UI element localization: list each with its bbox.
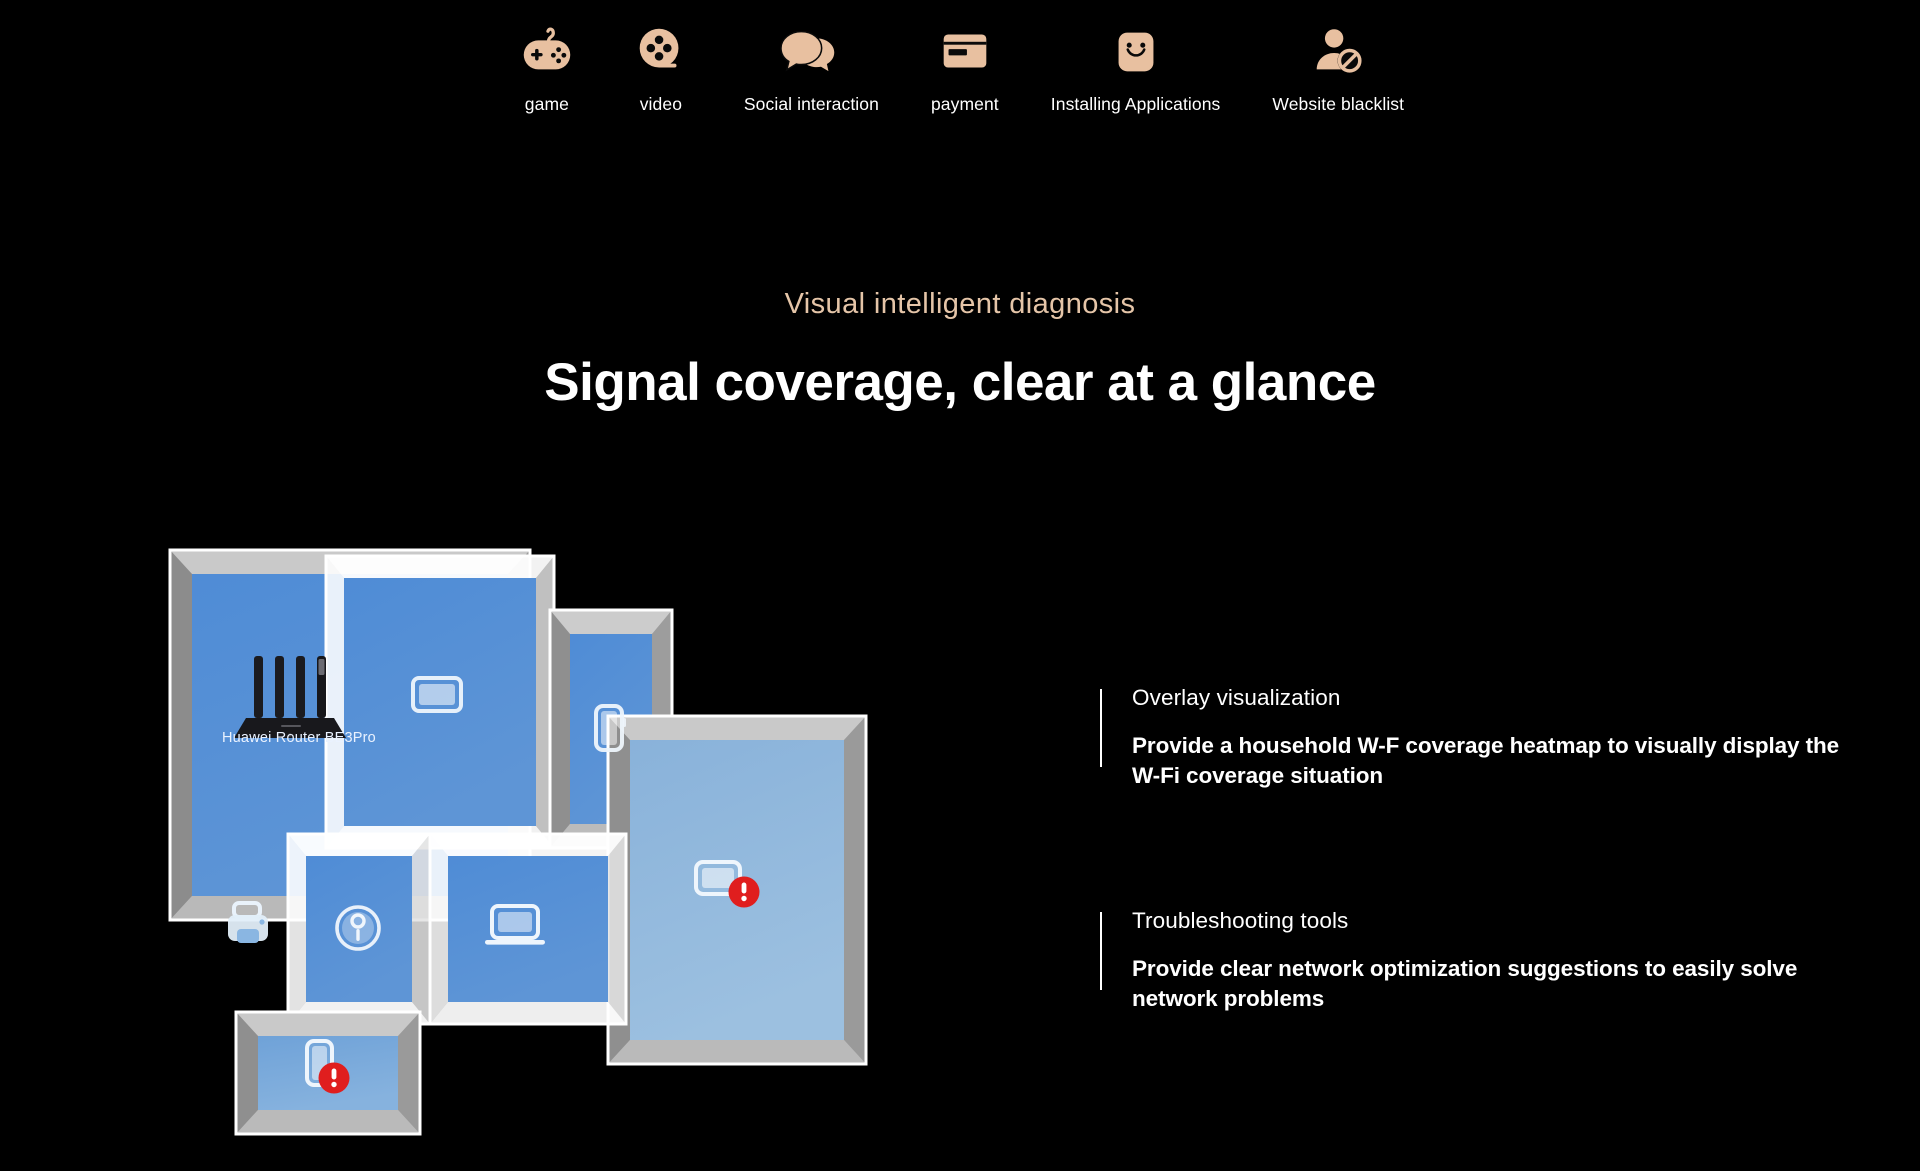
nav-item-label: video: [639, 94, 683, 114]
nav-item-installing-applications[interactable]: Installing Applications: [1025, 18, 1247, 115]
top-icon-strip: game video Social interaction payment In…: [0, 18, 1920, 115]
feature-title: Troubleshooting tools: [1132, 908, 1349, 934]
nav-item-label: payment: [930, 94, 999, 114]
film-reel-icon: [630, 18, 692, 84]
feature-description: Provide a household W-F coverage heatmap…: [1132, 733, 1840, 788]
feature-item-overlay-visualization: Overlay visualization Provide a househol…: [1100, 685, 1860, 790]
gamepad-icon: [516, 18, 578, 84]
nav-item-label: Website blacklist: [1272, 94, 1405, 114]
app-gallery-bag-icon: [1105, 18, 1167, 84]
nav-item-game[interactable]: game: [490, 18, 604, 115]
status-badge-warning: [318, 1062, 350, 1094]
router-label: Huawei Router BE3Pro: [222, 730, 376, 746]
feature-title: Overlay visualization: [1132, 685, 1341, 710]
feature-description: Provide clear network optimization sugge…: [1132, 956, 1798, 1012]
status-badge-warning: [728, 876, 760, 908]
nav-item-label: game: [524, 94, 569, 114]
accent-bar: [1100, 912, 1102, 991]
nav-item-payment[interactable]: payment: [905, 18, 1025, 115]
nav-item-video[interactable]: video: [604, 18, 718, 115]
nav-item-website-blacklist[interactable]: Website blacklist: [1246, 18, 1430, 115]
user-blocked-icon: [1307, 18, 1369, 84]
accent-bar: [1100, 689, 1102, 767]
section-eyebrow: Visual intelligent diagnosis: [784, 288, 1136, 320]
page-title: Signal coverage, clear at a glance: [544, 353, 1376, 412]
device-robot-vacuum: [335, 905, 381, 951]
wifi-coverage-floorplan: [168, 548, 868, 1138]
nav-item-label: Social interaction: [743, 94, 879, 114]
nav-item-label: Installing Applications: [1050, 94, 1221, 114]
feature-list: Overlay visualization Provide a househol…: [1100, 685, 1860, 1014]
feature-item-troubleshooting-tools: Troubleshooting tools Provide clear netw…: [1100, 908, 1860, 1013]
chat-bubbles-icon: [778, 18, 844, 84]
nav-item-social-interaction[interactable]: Social interaction: [718, 18, 905, 115]
credit-card-icon: [934, 18, 996, 84]
